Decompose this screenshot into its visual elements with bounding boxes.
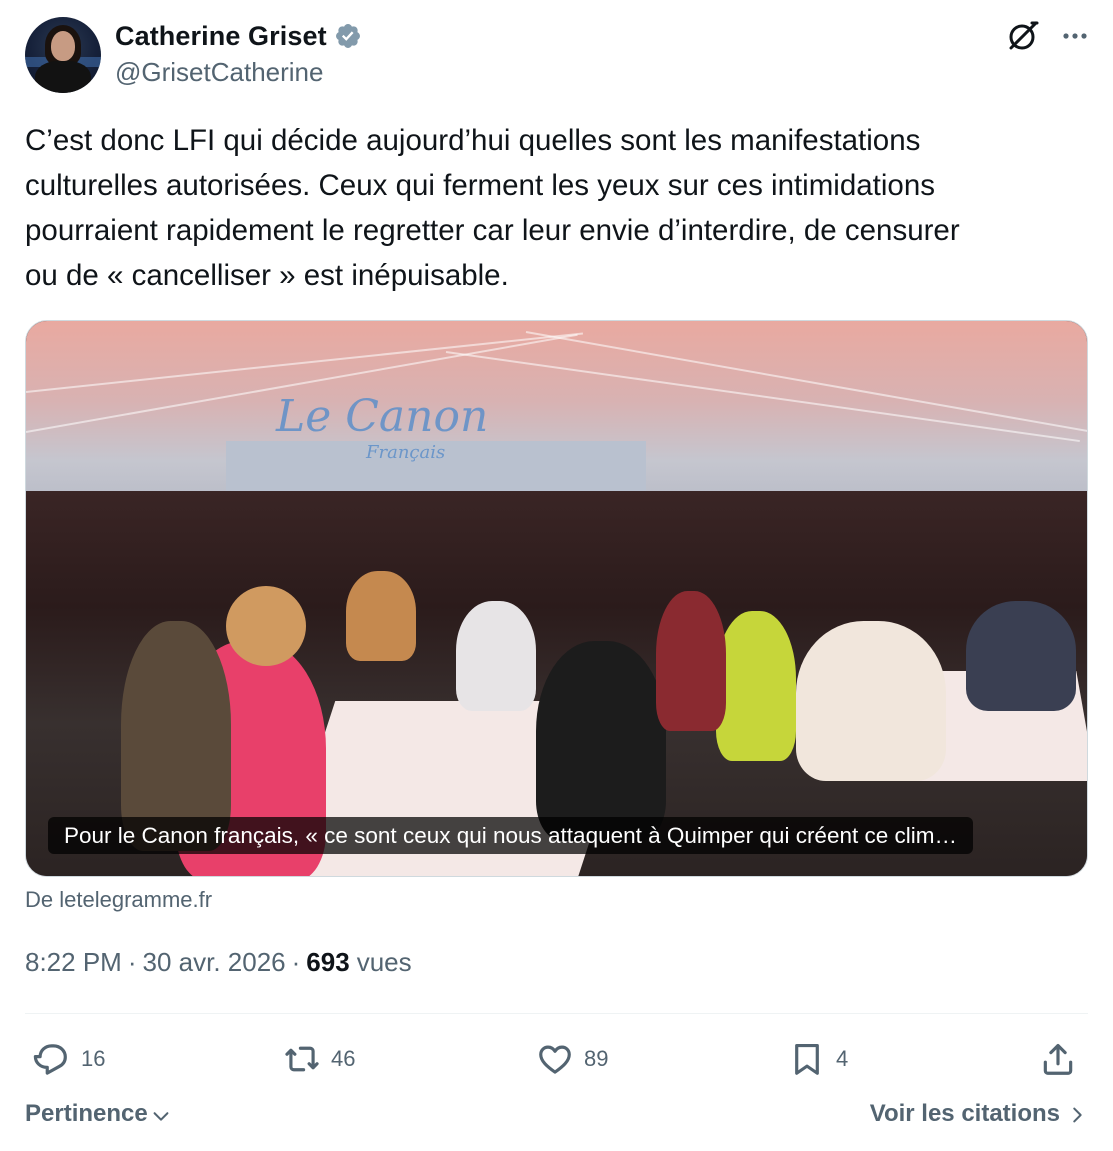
more-icon[interactable] — [1060, 21, 1090, 51]
author-info: Catherine Griset @GrisetCatherine — [115, 18, 362, 88]
replies-toolbar: Pertinence Voir les citations — [25, 1100, 1088, 1136]
meta-separator: · — [291, 947, 301, 977]
tweet-header: Catherine Griset @GrisetCatherine — [25, 17, 1090, 93]
photo-person — [656, 591, 726, 731]
heart-icon — [539, 1045, 571, 1074]
photo-person — [716, 611, 796, 761]
bookmark-icon — [795, 1043, 819, 1075]
bookmark-count: 4 — [836, 1046, 849, 1071]
author-display-name[interactable]: Catherine Griset — [115, 21, 327, 52]
view-quotes-link[interactable]: Voir les citations — [870, 1100, 1088, 1128]
meta-separator: · — [127, 947, 137, 977]
photo-person — [456, 601, 536, 711]
share-button[interactable] — [1039, 1036, 1077, 1082]
divider — [25, 1013, 1088, 1014]
tweet-meta: 8:22 PM · 30 avr. 2026 · 693 vues — [25, 947, 412, 978]
like-count: 89 — [584, 1046, 609, 1071]
grok-icon[interactable] — [1006, 19, 1040, 53]
view-quotes-label: Voir les citations — [869, 1100, 1060, 1127]
like-button[interactable]: 89 — [536, 1036, 608, 1082]
views-label: vues — [356, 947, 412, 977]
repost-count: 46 — [331, 1046, 356, 1071]
photo-logo-subtext: Français — [366, 442, 446, 463]
share-icon — [1043, 1043, 1073, 1075]
action-bar: 16 46 89 4 — [25, 1036, 1088, 1082]
photo-person — [966, 601, 1076, 711]
reply-count: 16 — [81, 1046, 106, 1071]
bookmark-button[interactable]: 4 — [788, 1036, 848, 1082]
photo-person — [796, 621, 946, 781]
repost-icon — [285, 1046, 319, 1072]
views-count: 693 — [306, 947, 350, 977]
chevron-down-icon — [153, 1112, 169, 1121]
verified-badge-icon[interactable] — [334, 22, 362, 50]
avatar[interactable] — [25, 17, 101, 93]
sort-label: Pertinence — [25, 1100, 148, 1127]
photo-person-head — [226, 586, 306, 666]
link-source[interactable]: De letelegramme.fr — [25, 887, 212, 913]
header-actions — [1006, 19, 1090, 53]
author-handle[interactable]: @GrisetCatherine — [115, 57, 362, 88]
tweet-date[interactable]: 30 avr. 2026 — [143, 947, 286, 978]
reply-button[interactable]: 16 — [33, 1036, 105, 1082]
reply-icon — [33, 1044, 67, 1075]
photo-logo: Le Canon Français — [276, 391, 488, 463]
chevron-right-icon — [1073, 1107, 1082, 1123]
tweet-time[interactable]: 8:22 PM — [25, 947, 122, 978]
link-card-media[interactable]: Le Canon Français Pour le Canon français… — [25, 320, 1088, 877]
photo-logo-text: Le Canon — [276, 391, 489, 442]
sort-dropdown[interactable]: Pertinence — [25, 1100, 172, 1128]
photo-person — [536, 641, 666, 841]
repost-button[interactable]: 46 — [283, 1036, 355, 1082]
media-caption: Pour le Canon français, « ce sont ceux q… — [48, 817, 973, 854]
tweet-text: C’est donc LFI qui décide aujourd’hui qu… — [25, 124, 960, 292]
photo-person — [346, 571, 416, 661]
